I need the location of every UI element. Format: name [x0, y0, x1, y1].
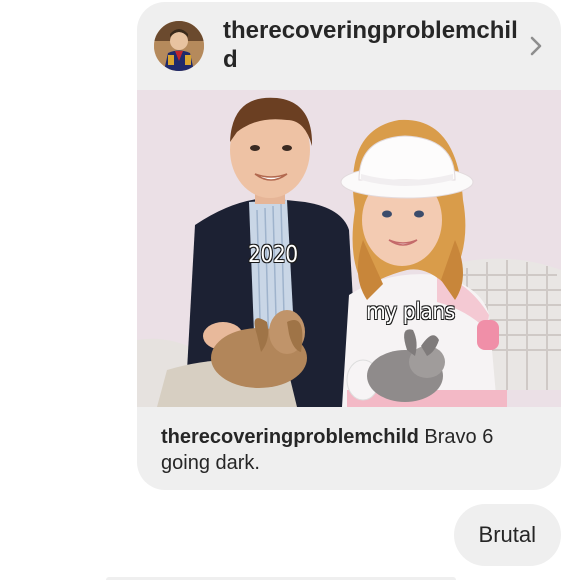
post-caption: therecoveringproblemchild Bravo 6 going …: [161, 424, 541, 476]
chevron-right-icon[interactable]: [529, 35, 543, 57]
chat-thread: therecoveringproblemchild 2020 my plans …: [0, 0, 580, 580]
outgoing-message-bubble[interactable]: Brutal: [453, 504, 561, 566]
shared-post-card[interactable]: therecoveringproblemchild 2020 my plans …: [137, 2, 561, 490]
post-username[interactable]: therecoveringproblemchild: [223, 16, 523, 74]
meme-label-2020: 2020: [247, 241, 298, 268]
meme-label-my-plans: my plans: [365, 298, 455, 325]
post-image[interactable]: 2020 my plans: [137, 90, 561, 407]
caption-username[interactable]: therecoveringproblemchild: [161, 426, 419, 448]
profile-avatar[interactable]: [154, 21, 204, 71]
post-header[interactable]: therecoveringproblemchild: [137, 2, 561, 90]
